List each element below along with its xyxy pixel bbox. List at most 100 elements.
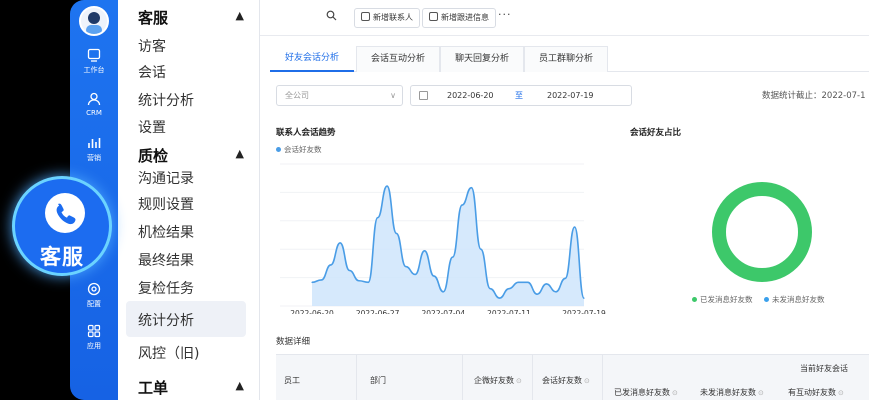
menu-group-ticket[interactable]: 工单 ▲ [138, 377, 250, 398]
search-icon[interactable] [326, 10, 337, 24]
rail-item-apps[interactable]: 应用 [70, 324, 118, 351]
chevron-up-icon[interactable]: ▲ [236, 9, 244, 22]
sort-icon[interactable]: ⊙ [516, 377, 522, 385]
rail-item-label: CRM [86, 109, 102, 117]
menu-item-settings[interactable]: 设置 [138, 117, 166, 137]
rail-item-config[interactable]: 配置 [70, 282, 118, 309]
donut-title: 会话好友占比 [630, 128, 682, 138]
donut-legend-sent: 已发消息好友数 [692, 294, 753, 305]
company-select[interactable]: 全公司 ∨ [276, 85, 403, 106]
trend-point [452, 256, 454, 258]
trend-legend-label: 会话好友数 [284, 145, 322, 154]
more-icon[interactable]: ··· [498, 8, 512, 21]
trend-point [348, 269, 351, 272]
chat-phone-icon [45, 193, 85, 233]
avatar[interactable] [79, 6, 109, 36]
x-tick-label: 2022-06-20 [290, 309, 334, 314]
tab-staff-group-chat[interactable]: 员工群聊分析 [524, 46, 608, 72]
menu-item-final-result[interactable]: 最终结果 [138, 250, 194, 270]
main-content: 好友会话分析 会话互动分析 聊天回复分析 员工群聊分析 全公司 ∨ 2022-0… [260, 36, 869, 400]
col-label: 未发消息好友数 [700, 388, 756, 397]
trend-area [312, 186, 584, 306]
grid-icon [87, 324, 101, 338]
tab-session-interaction[interactable]: 会话互动分析 [356, 46, 440, 72]
company-select-value: 全公司 [285, 91, 309, 100]
person-icon [87, 92, 101, 106]
sort-icon[interactable]: ⊙ [758, 389, 764, 397]
new-followup-button[interactable]: 新增跟进信息 [422, 8, 496, 28]
col-label: 有互动好友数 [788, 388, 836, 397]
trend-point [414, 273, 416, 276]
col-interacted-friends[interactable]: 有互动好友数 ⊙ [788, 387, 844, 398]
sort-icon[interactable]: ⊙ [672, 389, 678, 397]
menu-item-session[interactable]: 会话 [138, 62, 166, 82]
trend-point [517, 281, 519, 283]
menu-item-visitor[interactable]: 访客 [138, 36, 166, 56]
chevron-up-icon[interactable]: ▲ [236, 147, 244, 160]
analysis-tabs: 好友会话分析 会话互动分析 聊天回复分析 员工群聊分析 [270, 46, 869, 72]
donut-legend-label: 已发消息好友数 [700, 295, 753, 304]
trend-point [583, 297, 585, 299]
rail-item-marketing[interactable]: 营销 [70, 136, 118, 163]
trend-point [423, 250, 426, 252]
rail-item-label: 营销 [87, 154, 101, 162]
rail-item-crm[interactable]: CRM [70, 92, 118, 117]
new-contact-button[interactable]: 新增联系人 [354, 8, 420, 28]
gear-icon [87, 282, 101, 296]
x-tick-label: 2022-07-19 [562, 309, 606, 314]
donut-legend-label: 未发消息好友数 [772, 295, 825, 304]
menu-group-label: 质检 [138, 147, 169, 165]
x-tick-label: 2022-07-11 [487, 309, 531, 314]
trend-point [555, 291, 557, 293]
col-unsent-friends[interactable]: 未发消息好友数 ⊙ [700, 387, 764, 398]
column-divider [462, 355, 463, 400]
new-followup-label: 新增跟进信息 [441, 13, 489, 22]
menu-item-rule-settings[interactable]: 规则设置 [138, 194, 194, 214]
trend-point [480, 248, 482, 250]
customer-service-bubble[interactable]: 客服 [12, 176, 112, 276]
group-header: 当前好友会话 [800, 364, 848, 373]
rail-item-workbench[interactable]: 工作台 [70, 48, 118, 75]
sort-icon[interactable]: ⊙ [838, 389, 844, 397]
col-department: 部门 [370, 376, 386, 385]
donut-legend-unsent: 未发消息好友数 [764, 294, 825, 305]
menu-item-risk-control[interactable]: 风控（旧) [138, 343, 199, 363]
menu-item-machine-check[interactable]: 机检结果 [138, 222, 194, 242]
trend-point [461, 204, 463, 206]
trend-point [545, 283, 548, 285]
trend-point [574, 226, 576, 228]
legend-dot [692, 297, 697, 302]
sort-icon[interactable]: ⊙ [584, 377, 590, 385]
date-range-picker[interactable]: 2022-06-20 至 2022-07-19 [410, 85, 632, 106]
x-tick-label: 2022-07-04 [422, 309, 466, 314]
menu-group-label: 客服 [138, 9, 169, 27]
workbench-icon [87, 48, 101, 62]
col-wecom-friends[interactable]: 企微好友数 ⊙ [474, 375, 522, 386]
menu-group-quality[interactable]: 质检 ▲ [138, 145, 250, 166]
menu-item-quality-statistics[interactable]: 统计分析 [138, 310, 194, 330]
chevron-up-icon[interactable]: ▲ [236, 379, 244, 392]
date-start[interactable]: 2022-06-20 [447, 86, 494, 105]
col-sent-friends[interactable]: 已发消息好友数 ⊙ [614, 387, 678, 398]
legend-dot [276, 147, 281, 152]
trend-point [339, 242, 341, 244]
calendar-icon [419, 91, 428, 100]
trend-title: 联系人会话趋势 [276, 128, 336, 138]
trend-point [311, 281, 313, 283]
date-end[interactable]: 2022-07-19 [547, 86, 594, 105]
trend-point [564, 277, 566, 279]
rail-item-label: 配置 [87, 300, 101, 308]
menu-item-recheck-task[interactable]: 复检任务 [138, 278, 194, 298]
tab-chat-reply[interactable]: 聊天回复分析 [440, 46, 524, 72]
menu-group-customer-service[interactable]: 客服 ▲ [138, 7, 250, 28]
menu-item-statistics[interactable]: 统计分析 [138, 90, 194, 110]
data-table-header: 当前好友会话 员工 部门 企微好友数 ⊙ 会话好友数 ⊙ 已发消息好友数 ⊙ 未发消息… [276, 354, 869, 400]
col-label: 已发消息好友数 [614, 388, 670, 397]
trend-point [377, 217, 379, 219]
bar-chart-icon [88, 138, 101, 148]
tab-friend-session[interactable]: 好友会话分析 [270, 46, 354, 72]
trend-point [395, 232, 398, 235]
bubble-label: 客服 [40, 245, 84, 269]
col-session-friends[interactable]: 会话好友数 ⊙ [542, 375, 590, 386]
menu-item-communication-records[interactable]: 沟通记录 [138, 168, 194, 188]
